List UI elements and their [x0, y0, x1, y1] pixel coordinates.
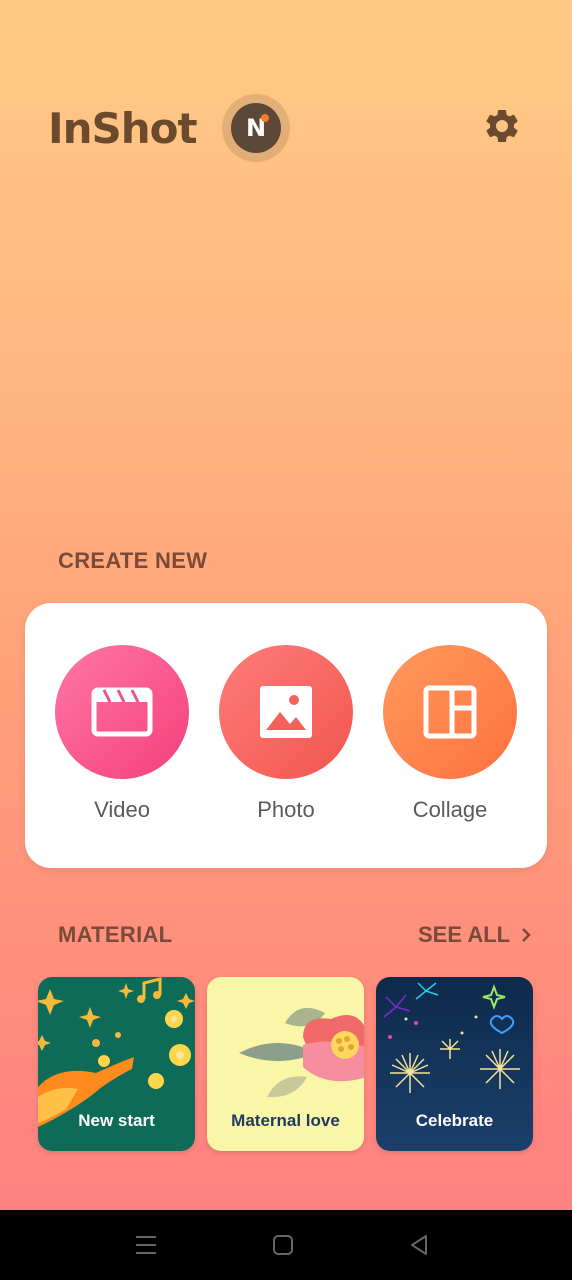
- material-title: Maternal love: [231, 1111, 340, 1130]
- gear-icon: [486, 109, 518, 142]
- home-button[interactable]: [270, 1232, 296, 1258]
- system-navigation-bar: [0, 1210, 572, 1280]
- chevron-right-icon: [522, 928, 531, 942]
- video-tool-circle: [55, 645, 189, 779]
- create-new-card: Video Photo Collage: [25, 603, 547, 868]
- recent-apps-button[interactable]: [133, 1232, 159, 1258]
- material-card-new-start[interactable]: New start: [38, 977, 195, 1151]
- material-card-maternal-love[interactable]: Maternal love: [207, 977, 364, 1151]
- notification-badge[interactable]: N: [231, 103, 281, 153]
- material-title: New start: [78, 1111, 155, 1130]
- collage-tool-button[interactable]: Collage: [383, 645, 517, 823]
- material-card-celebrate[interactable]: Celebrate: [376, 977, 533, 1151]
- video-tool-button[interactable]: Video: [55, 645, 189, 823]
- collage-tool-circle: [383, 645, 517, 779]
- back-button[interactable]: [406, 1232, 432, 1258]
- badge-dot: [261, 114, 269, 122]
- see-all-label: SEE ALL: [418, 922, 511, 947]
- see-all-link[interactable]: SEE ALL: [418, 922, 532, 948]
- collage-tool-label: Collage: [412, 797, 488, 822]
- collage-icon: [423, 685, 477, 739]
- back-icon: [411, 1235, 427, 1255]
- video-tool-label: Video: [94, 797, 150, 822]
- settings-button[interactable]: [482, 106, 522, 146]
- photo-tool-button[interactable]: Photo: [219, 645, 353, 823]
- material-heading: MATERIAL: [58, 922, 173, 947]
- home-screen: InShot N CREATE NEW Video Photo Collage …: [0, 0, 572, 1210]
- material-title: Celebrate: [415, 1111, 494, 1130]
- clapperboard-icon: [91, 687, 153, 737]
- home-icon: [273, 1235, 293, 1255]
- create-new-heading: CREATE NEW: [58, 548, 208, 573]
- menu-icon: [136, 1236, 156, 1254]
- photo-tool-circle: [219, 645, 353, 779]
- image-icon: [260, 686, 312, 738]
- photo-tool-label: Photo: [257, 797, 315, 822]
- app-logo: InShot: [48, 104, 198, 153]
